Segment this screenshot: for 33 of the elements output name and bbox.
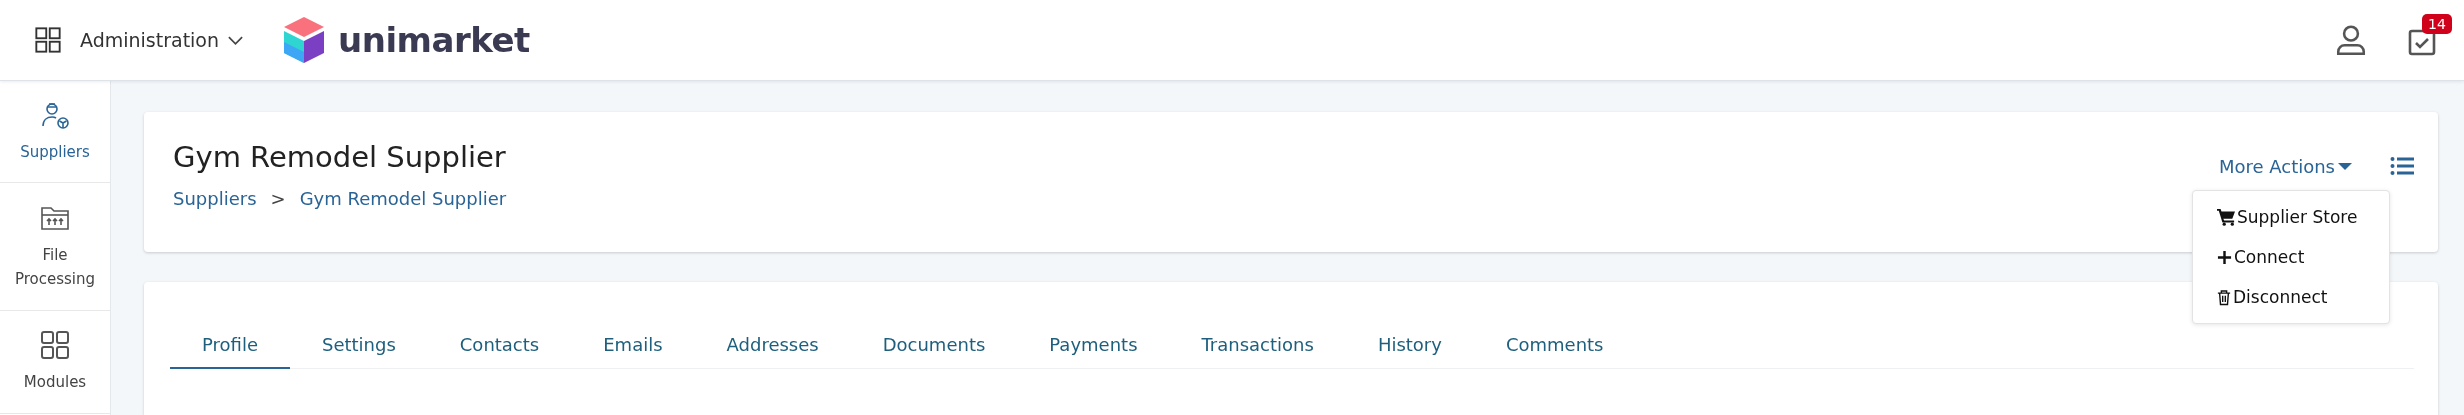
tab[interactable]: History (1345, 334, 1474, 369)
tab[interactable]: Contacts (427, 334, 572, 369)
cart-icon (2217, 208, 2235, 226)
page-title: Gym Remodel Supplier (173, 140, 507, 174)
trash-icon (2217, 288, 2231, 306)
breadcrumb-separator: > (270, 188, 286, 209)
dropdown-item[interactable]: Connect (2193, 237, 2389, 277)
tab[interactable]: Addresses (694, 334, 851, 369)
tab[interactable]: Documents (850, 334, 1018, 369)
sidebar-item[interactable]: File Processing (0, 183, 110, 311)
sidebar-item[interactable]: Modules (0, 311, 110, 414)
plus-icon (2217, 249, 2232, 265)
tab[interactable]: Transactions (1169, 334, 1346, 369)
module-menu[interactable]: Administration (80, 29, 245, 51)
breadcrumb-link[interactable]: Suppliers (173, 188, 257, 209)
dropdown-item[interactable]: Supplier Store (2193, 197, 2389, 237)
grid-icon[interactable] (34, 26, 62, 54)
breadcrumb-link[interactable]: Gym Remodel Supplier (299, 188, 507, 209)
notification-badge: 14 (2422, 14, 2452, 34)
dropdown-item[interactable]: Disconnect (2193, 277, 2389, 317)
logo-text: unimarket (338, 20, 530, 60)
caret-icon (2338, 162, 2352, 171)
tab[interactable]: Comments (1473, 334, 1636, 369)
tab[interactable]: Payments (1017, 334, 1170, 369)
list-icon[interactable] (2390, 156, 2414, 176)
user-icon[interactable] (2334, 23, 2368, 57)
tab[interactable]: Settings (289, 334, 428, 369)
more-actions-button[interactable]: More Actions (2218, 156, 2352, 177)
sidebar-item[interactable]: Suppliers (0, 81, 110, 183)
tab[interactable]: Profile (170, 334, 290, 369)
logo-icon (284, 17, 325, 63)
grid-icon (40, 330, 70, 360)
tab[interactable]: Emails (571, 334, 695, 369)
